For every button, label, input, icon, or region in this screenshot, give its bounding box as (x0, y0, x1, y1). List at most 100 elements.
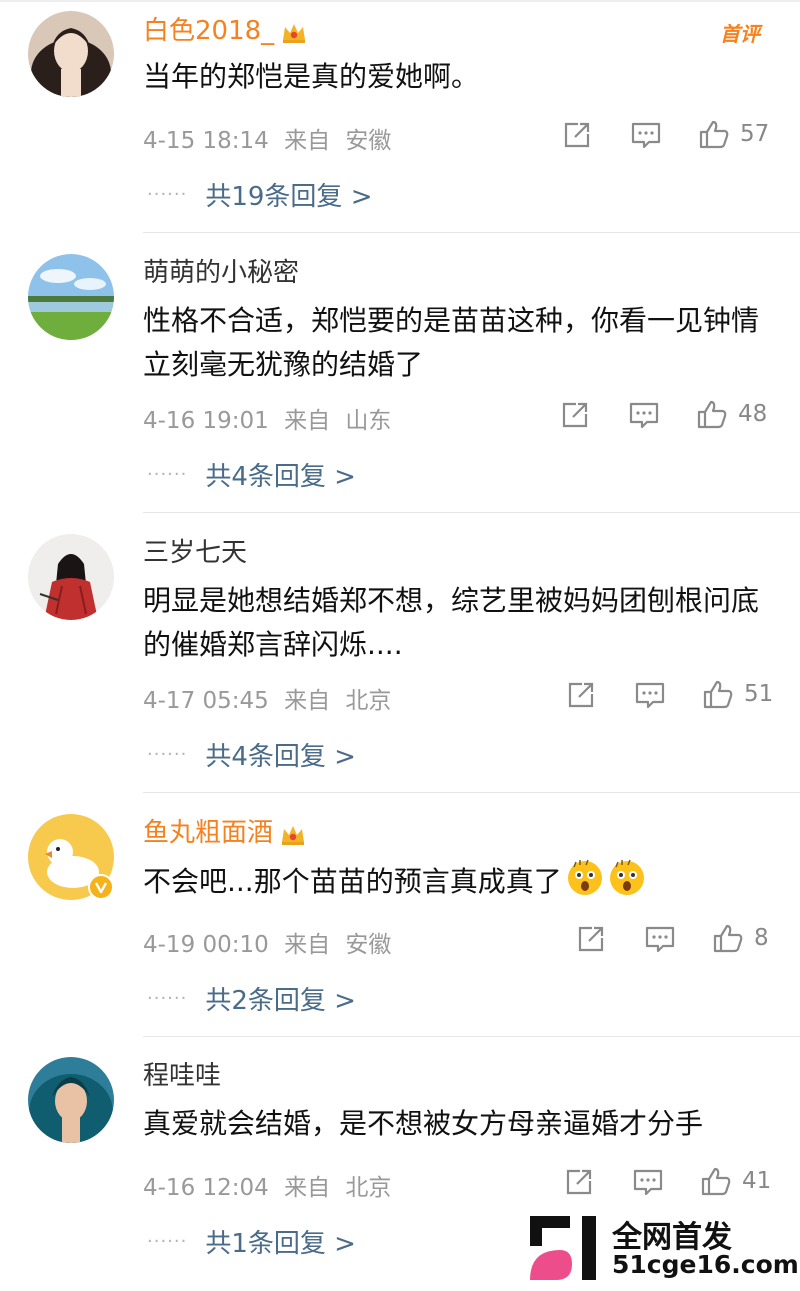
comment-icon (631, 122, 661, 149)
crown-icon (283, 23, 306, 43)
comment-meta: 4-19 00:10 来自 安徽 (143, 925, 391, 959)
share-button[interactable] (575, 923, 607, 955)
shocked-emoji-icon (567, 859, 602, 895)
divider (143, 1036, 800, 1037)
from-label: 来自 (284, 1175, 331, 1201)
share-button[interactable] (559, 399, 591, 431)
share-button[interactable] (561, 119, 593, 151)
comment-meta: 4-15 18:14 来自 安徽 (143, 121, 391, 155)
avatar[interactable] (28, 254, 114, 340)
comment-text: 真爱就会结婚，是不想被女方母亲逼婚才分手 (143, 1107, 704, 1140)
from-label: 来自 (284, 408, 331, 434)
share-icon (566, 1169, 592, 1195)
shocked-emoji-icon (609, 859, 644, 895)
dots-decoration: ······ (147, 1231, 188, 1252)
comment-text: 性格不合适，郑恺要的是苗苗这种，你看一见钟情立刻毫无犹豫的结婚了 (143, 304, 760, 381)
share-icon (562, 402, 588, 428)
username[interactable]: 程哇哇 (143, 1059, 221, 1093)
timestamp: 4-16 19:01 (143, 408, 269, 434)
timestamp: 4-16 12:04 (143, 1175, 269, 1201)
like-icon (713, 924, 743, 953)
replies-text[interactable]: 共4条回复 > (205, 456, 356, 493)
replies-link[interactable]: ······ 共19条回复 > (147, 176, 372, 213)
share-button[interactable] (565, 679, 597, 711)
replies-link[interactable]: ······ 共2条回复 > (147, 980, 356, 1017)
like-button[interactable]: 8 (712, 922, 769, 954)
comment-icon (633, 1169, 663, 1196)
share-icon (568, 682, 594, 708)
location: 山东 (345, 408, 392, 434)
comment-text-body: 不会吧...那个苗苗的预言真成真了 (143, 865, 562, 898)
from-label: 来自 (284, 688, 331, 714)
divider (143, 512, 800, 513)
timestamp: 4-17 05:45 (143, 688, 269, 714)
dots-decoration: ······ (147, 744, 188, 765)
comment-button[interactable] (634, 679, 666, 711)
like-button[interactable]: 41 (700, 1165, 771, 1197)
divider (143, 792, 800, 793)
username-text[interactable]: 鱼丸粗面酒 (143, 818, 273, 848)
username-text[interactable]: 白色2018_ (143, 16, 274, 46)
location: 北京 (345, 1175, 392, 1201)
timestamp: 4-15 18:14 (143, 128, 269, 154)
comment-text: 明显是她想结婚郑不想，综艺里被妈妈团刨根问底的催婚郑言辞闪烁.... (143, 584, 760, 661)
avatar[interactable] (28, 1057, 114, 1143)
avatar[interactable] (28, 534, 114, 620)
comment-text: 当年的郑恺是真的爱她啊。 (143, 60, 480, 93)
dots-decoration: ······ (147, 184, 188, 205)
replies-text[interactable]: 共19条回复 > (205, 176, 372, 213)
comment-text: 不会吧...那个苗苗的预言真成真了 (143, 859, 773, 904)
comment-icon (629, 402, 659, 429)
username[interactable]: 三岁七天 (143, 536, 247, 570)
verified-icon (88, 874, 114, 900)
replies-link[interactable]: ······ 共4条回复 > (147, 456, 356, 493)
replies-link[interactable]: ······ 共1条回复 > (147, 1223, 356, 1260)
username[interactable]: 白色2018_ (143, 14, 308, 48)
replies-link[interactable]: ······ 共4条回复 > (147, 736, 356, 773)
location: 安徽 (345, 932, 392, 958)
username[interactable]: 鱼丸粗面酒 (143, 816, 307, 850)
like-count: 51 (744, 681, 774, 707)
comment-button[interactable] (632, 1166, 664, 1198)
watermark-logo-icon (530, 1216, 596, 1280)
like-button[interactable]: 48 (696, 398, 767, 430)
like-icon (703, 680, 733, 709)
comment-icon (635, 682, 665, 709)
from-label: 来自 (284, 128, 331, 154)
dots-decoration: ······ (147, 988, 188, 1009)
like-icon (701, 1167, 731, 1196)
like-count: 41 (742, 1168, 772, 1194)
like-count: 57 (740, 121, 770, 147)
like-button[interactable]: 51 (702, 678, 773, 710)
crown-icon (282, 825, 305, 845)
from-label: 来自 (284, 932, 331, 958)
like-count: 8 (754, 925, 769, 951)
replies-text[interactable]: 共2条回复 > (205, 980, 356, 1017)
comment-button[interactable] (644, 923, 676, 955)
comment-button[interactable] (628, 399, 660, 431)
comment-meta: 4-16 19:01 来自 山东 (143, 401, 391, 435)
like-button[interactable]: 57 (698, 118, 769, 150)
replies-text[interactable]: 共4条回复 > (205, 736, 356, 773)
dots-decoration: ······ (147, 464, 188, 485)
username[interactable]: 萌萌的小秘密 (143, 256, 299, 290)
watermark-url: 51cge16.com (612, 1250, 799, 1279)
watermark: 全网首发 51cge16.com (526, 1212, 800, 1291)
comment-icon (645, 926, 675, 953)
comment-meta: 4-16 12:04 来自 北京 (143, 1168, 391, 1202)
comment-meta: 4-17 05:45 来自 北京 (143, 681, 391, 715)
comment-button[interactable] (630, 119, 662, 151)
replies-text[interactable]: 共1条回复 > (205, 1223, 356, 1260)
like-icon (697, 400, 727, 429)
share-icon (578, 926, 604, 952)
avatar[interactable] (28, 11, 114, 97)
like-count: 48 (738, 401, 768, 427)
share-icon (564, 122, 590, 148)
top-divider (0, 0, 800, 2)
timestamp: 4-19 00:10 (143, 932, 269, 958)
share-button[interactable] (563, 1166, 595, 1198)
like-icon (699, 120, 729, 149)
location: 安徽 (345, 128, 392, 154)
location: 北京 (345, 688, 392, 714)
divider (143, 232, 800, 233)
